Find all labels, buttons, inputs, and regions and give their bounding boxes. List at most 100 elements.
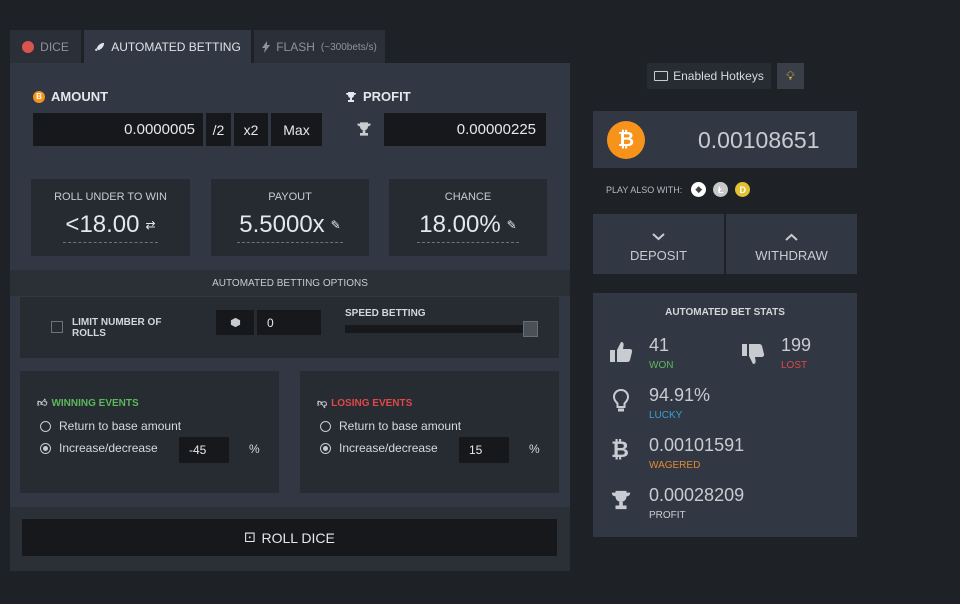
limit-rolls-checkbox[interactable] [51, 321, 63, 333]
speed-slider-track[interactable] [345, 321, 538, 337]
tab-flash-label: FLASH [276, 40, 315, 54]
amount-input[interactable]: 0.0000005 [33, 113, 203, 146]
deposit-button[interactable]: DEPOSIT [593, 214, 724, 274]
winning-events-section: 👍︎ WINNING EVENTS Return to base amount … [20, 371, 279, 493]
lightning-icon [262, 41, 271, 53]
winning-percent-value: -45 [189, 443, 207, 457]
bitcoin-icon: ₿ [607, 121, 645, 159]
max-button[interactable]: Max [271, 113, 322, 146]
winning-events-heading: 👍︎ WINNING EVENTS [37, 397, 139, 410]
profit-value: 0.00000225 [456, 121, 536, 138]
automated-betting-panel: B AMOUNT 0.0000005 /2 x2 Max PROFIT 0.00… [10, 63, 570, 571]
profit-label: PROFIT [363, 89, 411, 104]
profit-stat-value: 0.00028209 [649, 485, 745, 505]
options-title: AUTOMATED BETTING OPTIONS [10, 270, 570, 296]
dice-icon [22, 41, 35, 53]
winning-increase-radio[interactable] [40, 442, 51, 454]
limit-rolls-line1: LIMIT NUMBER OF [72, 317, 162, 328]
cube-icon [216, 310, 254, 335]
profit-trophy-icon [356, 121, 372, 142]
tab-flash-sub: (~300bets/s) [320, 41, 377, 53]
tab-dice[interactable]: DICE [10, 30, 81, 64]
losing-percent-value: 15 [469, 443, 483, 457]
wagered-stat: 0.00101591 WAGERED [649, 435, 744, 471]
won-value: 41 [649, 335, 670, 355]
wagered-value: 0.00101591 [649, 435, 745, 455]
losing-return-radio[interactable] [320, 420, 331, 432]
hotkeys-label: Enabled Hotkeys [673, 69, 764, 83]
dice-icon: ⚀ [244, 529, 256, 545]
speed-slider-handle[interactable] [523, 321, 538, 337]
lightbulb-icon [612, 388, 630, 418]
payout-card[interactable]: PAYOUT 5.5000x ✎ [211, 179, 369, 256]
tab-dice-label: DICE [40, 40, 69, 54]
lucky-value: 94.91% [649, 385, 711, 405]
lost-value: 199 [781, 335, 812, 355]
winning-increase-label: Increase/decrease [59, 441, 158, 455]
winning-events-title: WINNING EVENTS [51, 397, 139, 409]
roll-dice-button[interactable]: ⚀ ROLL DICE [22, 519, 557, 556]
payout-value: 5.5000x [239, 211, 325, 238]
winning-percent-input[interactable]: -45 [179, 437, 229, 463]
thumbs-up-icon [609, 341, 633, 368]
profit-stat: 0.00028209 PROFIT [649, 485, 744, 521]
play-also-label: PLAY ALSO WITH: [606, 184, 683, 195]
swap-icon: ⇄ [145, 218, 156, 232]
trophy-icon [346, 91, 356, 102]
winning-increase-option[interactable]: Increase/decrease [40, 441, 158, 455]
bet-stats-title: AUTOMATED BET STATS [665, 307, 785, 318]
losing-percent-unit: % [529, 442, 540, 456]
ethereum-icon[interactable]: ◆ [691, 182, 707, 197]
bitcoin-icon: ₿ [611, 437, 629, 462]
losing-percent-input[interactable]: 15 [459, 437, 509, 463]
chevron-up-icon [726, 228, 857, 241]
amount-heading: B AMOUNT [33, 89, 108, 104]
winning-return-option[interactable]: Return to base amount [40, 419, 181, 433]
roll-dice-label: ROLL DICE [261, 529, 335, 546]
losing-return-option[interactable]: Return to base amount [320, 419, 461, 433]
payout-value-wrap: 5.5000x ✎ [237, 211, 343, 243]
chance-value: 18.00% [419, 211, 501, 238]
speed-betting-label: SPEED BETTING [345, 308, 426, 319]
winning-percent-unit: % [249, 442, 260, 456]
profit-input[interactable]: 0.00000225 [384, 113, 546, 146]
options-row: LIMIT NUMBER OF ROLLS 0 SPEED BETTING [20, 297, 559, 358]
lost-label: LOST [781, 360, 808, 371]
pencil-icon: ✎ [330, 218, 341, 232]
double-button[interactable]: x2 [234, 113, 268, 146]
deposit-label: DEPOSIT [629, 248, 688, 263]
chance-value-wrap: 18.00% ✎ [417, 211, 519, 243]
profit-stat-label: PROFIT [649, 510, 686, 521]
lightbulb-icon[interactable]: 💡︎ [777, 63, 804, 89]
losing-increase-radio[interactable] [320, 442, 331, 454]
won-stat: 41 WON [649, 335, 673, 371]
balance-card: ₿ 0.00108651 [593, 111, 857, 168]
losing-events-section: 👎︎ LOSING EVENTS Return to base amount I… [300, 371, 559, 493]
winning-return-label: Return to base amount [59, 419, 182, 433]
litecoin-icon[interactable]: Ł [713, 182, 729, 197]
lucky-label: LUCKY [649, 410, 683, 421]
play-also-row: PLAY ALSO WITH: ◆ Ł D [606, 182, 751, 197]
winning-return-radio[interactable] [40, 420, 51, 432]
hotkeys-button[interactable]: Enabled Hotkeys [647, 63, 771, 89]
withdraw-button[interactable]: WITHDRAW [726, 214, 857, 274]
roll-under-card[interactable]: ROLL UNDER TO WIN <18.00 ⇄ [31, 179, 190, 256]
losing-increase-option[interactable]: Increase/decrease [320, 441, 438, 455]
dogecoin-icon[interactable]: D [735, 182, 751, 197]
losing-events-title: LOSING EVENTS [331, 397, 413, 409]
bitcoin-icon: B [33, 90, 45, 103]
chevron-down-icon [593, 228, 724, 241]
trophy-icon [610, 489, 632, 516]
lucky-stat: 94.91% LUCKY [649, 385, 710, 421]
limit-rolls-input[interactable]: 0 [257, 310, 321, 335]
chance-card[interactable]: CHANCE 18.00% ✎ [389, 179, 547, 256]
tab-automated-betting[interactable]: AUTOMATED BETTING [84, 30, 251, 64]
roll-under-value-wrap: <18.00 ⇄ [63, 211, 158, 243]
losing-increase-label: Increase/decrease [339, 441, 438, 455]
thumbs-down-icon: 👎︎ [317, 398, 328, 409]
amount-value: 0.0000005 [124, 121, 195, 138]
half-button[interactable]: /2 [206, 113, 231, 146]
tab-flash[interactable]: FLASH (~300bets/s) [254, 30, 385, 64]
profit-heading: PROFIT [345, 89, 411, 104]
withdraw-label: WITHDRAW [755, 248, 828, 263]
